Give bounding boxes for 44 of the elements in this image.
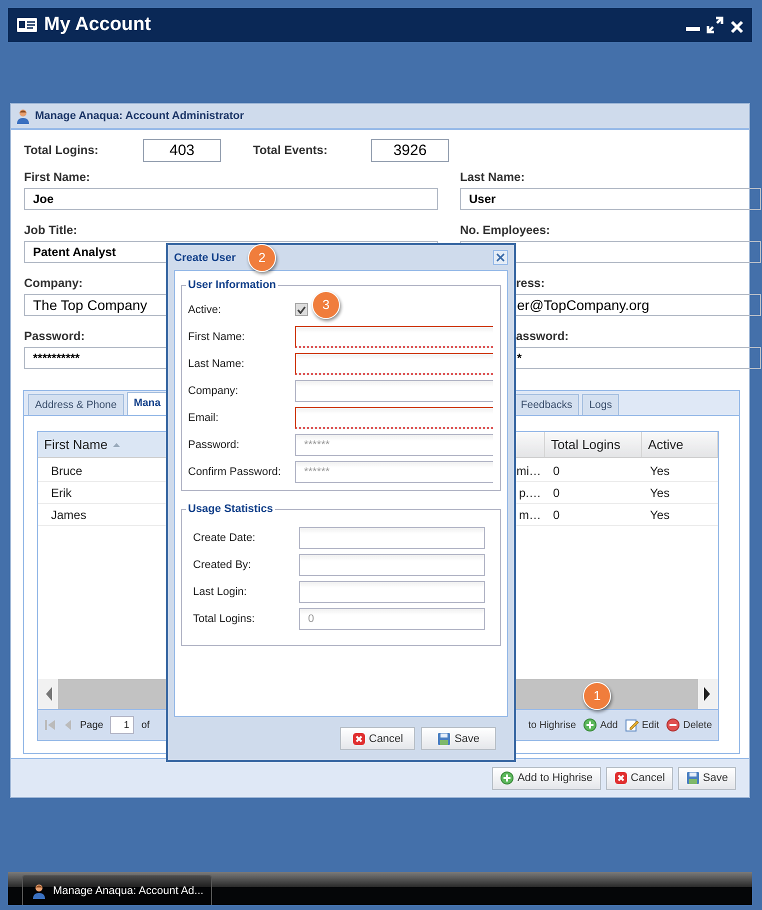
field-label: First Name:: [188, 330, 246, 342]
field-label: No. Employees:: [460, 222, 550, 237]
field-label: Active:: [188, 304, 222, 316]
field-label: Total Logins:: [193, 612, 256, 624]
field-label: assword:: [516, 328, 569, 343]
table-cell-text: 0: [552, 508, 561, 522]
window-title: My Account: [44, 14, 151, 36]
field-label: Password:: [24, 328, 85, 343]
table-cell: m…: [519, 508, 541, 522]
stat-field: 3926: [371, 138, 449, 162]
table-cell-text: Erik: [50, 486, 73, 500]
step-badge: 2: [248, 244, 276, 272]
stat-field: 403: [143, 138, 221, 162]
field-label: Job Title:: [24, 222, 78, 237]
table-cell-text: Bruce: [50, 464, 84, 478]
field-label: Email:: [188, 412, 220, 424]
field-label: Last Name:: [188, 358, 246, 370]
field-label: Confirm Password:: [188, 466, 282, 478]
table-cell-text: Yes: [649, 464, 671, 478]
section-title: Usage Statistics: [186, 503, 275, 515]
step-badge: 3: [312, 291, 340, 319]
page-count-label: of: [141, 720, 150, 730]
field-label: ress:: [516, 275, 545, 290]
table-cell-text: Yes: [649, 486, 671, 500]
panel-title: Manage Anaqua: Account Administrator: [35, 110, 244, 122]
dialog-title: Create User: [174, 252, 236, 264]
table-cell: p.…: [518, 486, 541, 500]
field-label: Total Events:: [253, 143, 328, 157]
table-cell: mi…: [516, 464, 541, 478]
field-label: Company:: [24, 275, 83, 290]
table-cell-text: 0: [552, 464, 561, 478]
field-label: Password:: [188, 438, 240, 450]
field-label: Created By:: [193, 558, 252, 570]
section-title: User Information: [186, 279, 278, 291]
table-cell-text: James: [50, 508, 88, 522]
field-label: Last Name:: [460, 169, 525, 184]
table-cell-text: 0: [552, 486, 561, 500]
field-label: Create Date:: [193, 532, 256, 544]
table-cell-text: Yes: [649, 508, 671, 522]
field-label: Last Login:: [193, 586, 248, 598]
page-label: Page: [80, 720, 104, 730]
field-label: Company:: [188, 384, 240, 396]
field-label: First Name:: [24, 169, 90, 184]
field-label: Total Logins:: [24, 143, 100, 157]
